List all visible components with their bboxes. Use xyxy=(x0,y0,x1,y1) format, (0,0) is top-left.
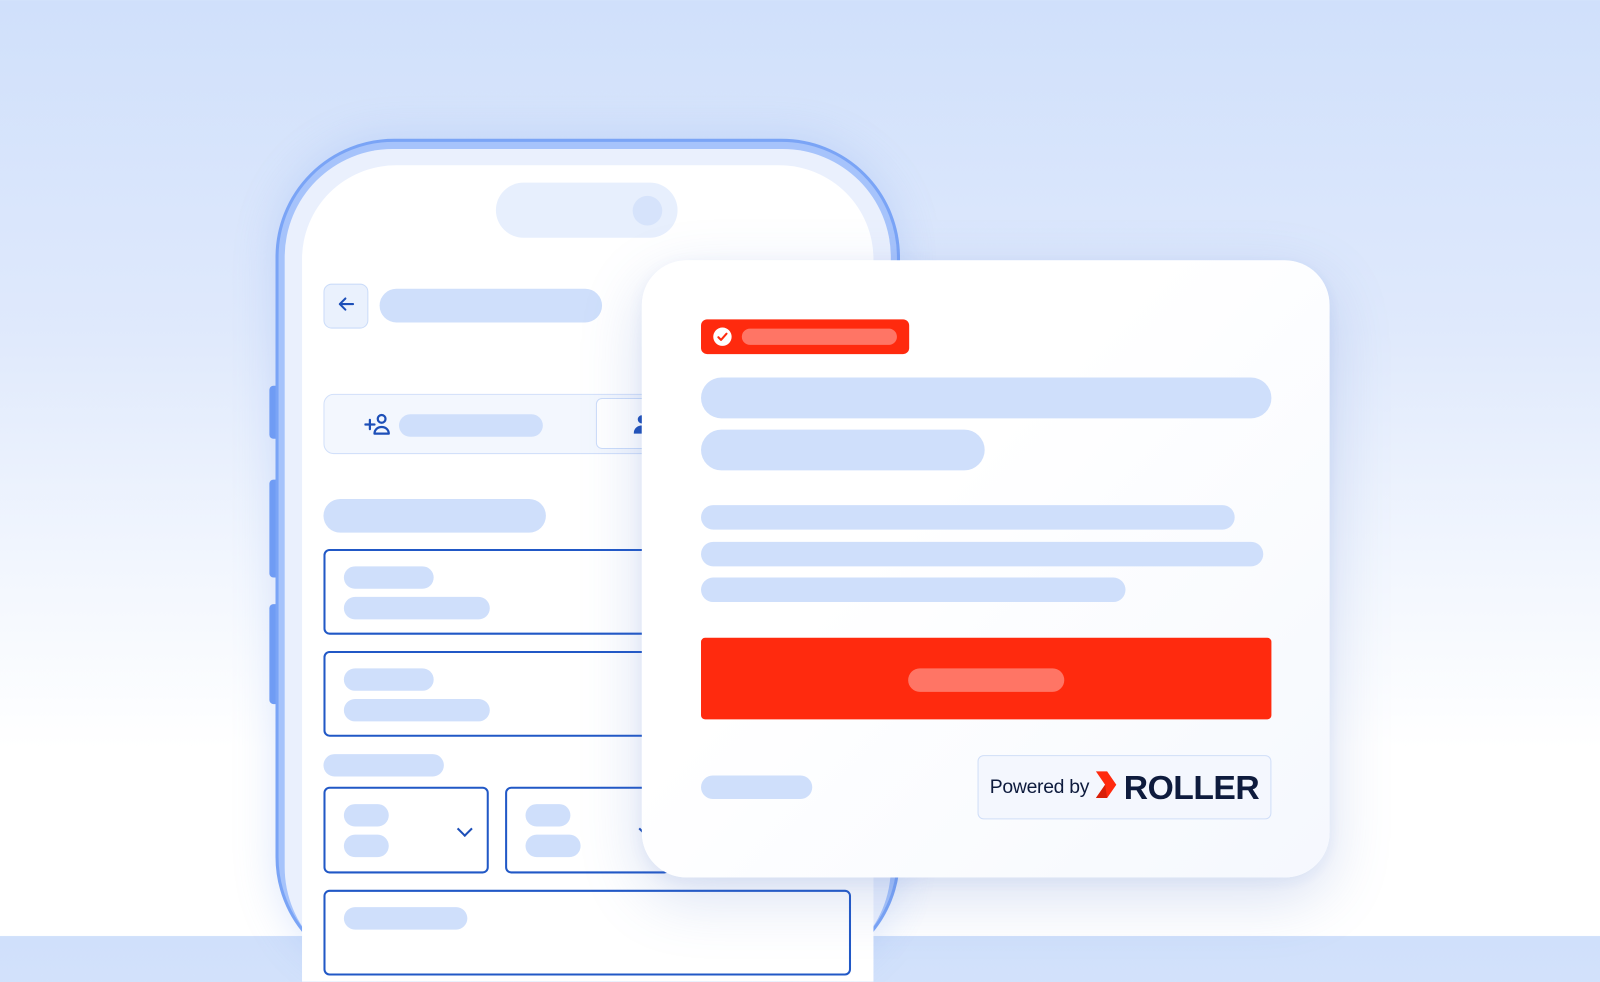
powered-by-roller-badge[interactable]: Powered by ROLLER xyxy=(977,755,1272,820)
select-label-placeholder xyxy=(343,804,389,827)
back-button[interactable] xyxy=(323,283,369,329)
illustration-stage: Powered by ROLLER xyxy=(0,0,1600,982)
card-body-line-2-placeholder xyxy=(701,541,1264,567)
field-label-placeholder xyxy=(343,566,434,589)
field-label-placeholder xyxy=(343,907,468,930)
roller-chevron-icon xyxy=(1095,770,1117,804)
badge-text-placeholder xyxy=(741,328,897,345)
camera-dot xyxy=(632,195,663,226)
arrow-left-icon xyxy=(336,293,356,319)
section-heading-placeholder xyxy=(323,498,546,533)
card-body-line-1-placeholder xyxy=(701,505,1235,530)
primary-cta-button[interactable] xyxy=(701,637,1272,720)
card-title-line-2-placeholder xyxy=(701,429,985,471)
card-body-line-3-placeholder xyxy=(701,577,1126,603)
field-value-placeholder xyxy=(343,698,490,722)
success-badge xyxy=(701,319,910,355)
date-label-placeholder xyxy=(323,754,444,777)
powered-by-label: Powered by xyxy=(989,776,1090,798)
page-title-placeholder xyxy=(379,288,603,323)
select-label-placeholder xyxy=(525,804,571,827)
select-value-placeholder xyxy=(343,834,389,858)
cta-label-placeholder xyxy=(908,668,1065,692)
field-value-placeholder xyxy=(343,596,490,620)
roller-brand-name: ROLLER xyxy=(1123,767,1260,806)
text-field-3[interactable] xyxy=(323,889,852,976)
select-field-1[interactable] xyxy=(323,786,489,874)
segment-add-guest-label-placeholder xyxy=(398,414,543,437)
check-circle-icon xyxy=(713,327,732,346)
field-label-placeholder xyxy=(343,668,434,691)
secondary-link-placeholder[interactable] xyxy=(701,775,813,799)
person-add-icon[interactable] xyxy=(364,412,393,442)
select-value-placeholder xyxy=(525,834,581,858)
chevron-down-icon xyxy=(456,821,473,838)
card-title-line-1-placeholder xyxy=(701,377,1272,419)
